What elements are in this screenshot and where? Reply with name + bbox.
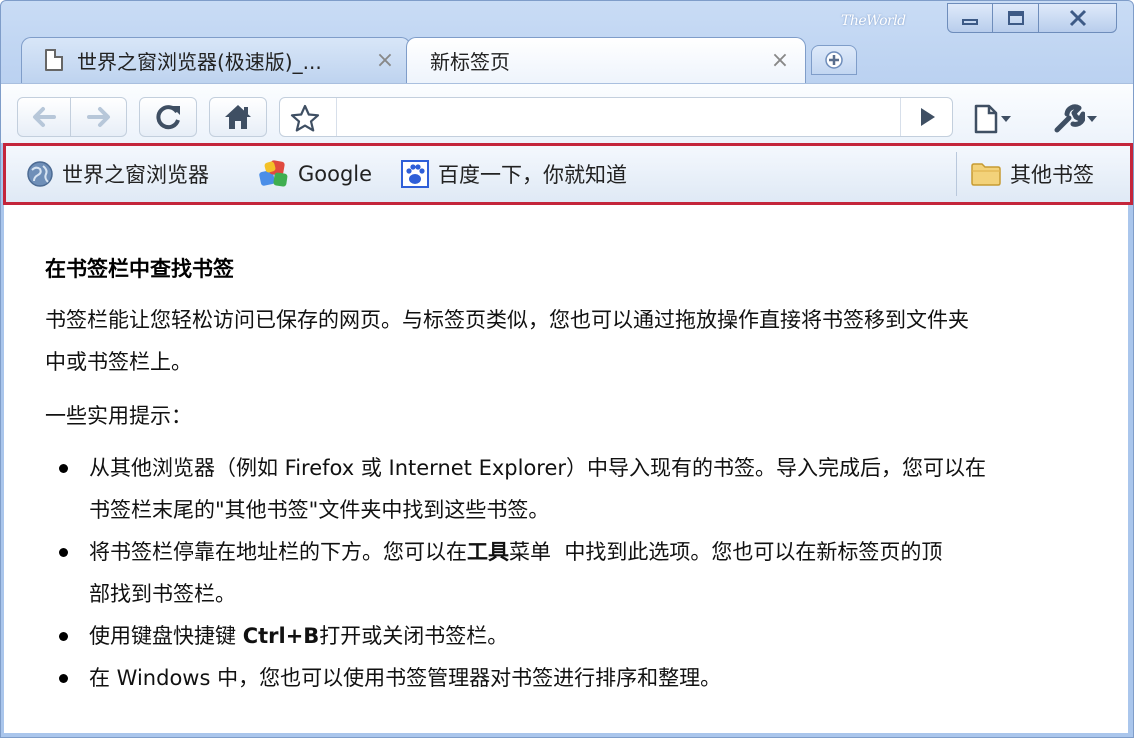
tip-text: 菜单 中找到此选项。您也可以在新标签页的顶 bbox=[509, 540, 943, 564]
bullet bbox=[59, 674, 68, 683]
tab-content: 新标签页 × bbox=[406, 46, 806, 75]
intro-paragraph: 书签栏能让您轻松访问已保存的网页。与标签页类似，您也可以通过拖放操作直接将书签移… bbox=[45, 299, 1115, 383]
baidu-paw-icon bbox=[400, 159, 430, 189]
go-button[interactable] bbox=[900, 98, 952, 136]
list-item: 从其他浏览器（例如 Firefox 或 Internet Explorer）中导… bbox=[45, 447, 1115, 531]
page-menu-icon bbox=[974, 104, 998, 134]
list-item: 在 Windows 中，您也可以使用书签管理器对书签进行排序和整理。 bbox=[45, 657, 1115, 699]
address-input[interactable] bbox=[342, 102, 882, 132]
forward-arrow-icon bbox=[86, 107, 110, 127]
tip-line: 书签栏末尾的"其他书签"文件夹中找到这些书签。 bbox=[89, 498, 550, 522]
bookmark-label: 其他书签 bbox=[1010, 163, 1094, 187]
bullet bbox=[59, 632, 68, 641]
play-icon bbox=[920, 108, 935, 126]
intro-line-1: 书签栏能让您轻松访问已保存的网页。与标签页类似，您也可以通过拖放操作直接将书签移… bbox=[45, 308, 969, 332]
toolbar bbox=[1, 83, 1133, 143]
maximize-button[interactable] bbox=[993, 3, 1039, 33]
tips-intro: 一些实用提示： bbox=[45, 404, 192, 428]
bookmark-star-button[interactable] bbox=[290, 104, 320, 136]
plus-icon bbox=[825, 51, 843, 69]
other-bookmarks-folder[interactable]: 其他书签 bbox=[970, 154, 1094, 194]
forward-button[interactable] bbox=[71, 97, 127, 137]
page-icon bbox=[45, 49, 63, 71]
tip-line: 使用键盘快捷键 Ctrl+B打开或关闭书签栏。 bbox=[89, 615, 1115, 657]
list-item: 使用键盘快捷键 Ctrl+B打开或关闭书签栏。 bbox=[45, 615, 1115, 657]
close-icon bbox=[1069, 9, 1086, 27]
close-button[interactable] bbox=[1039, 3, 1117, 33]
tip-text: 打开或关闭书签栏。 bbox=[319, 624, 509, 648]
tab-title: 新标签页 bbox=[430, 49, 510, 74]
window-controls bbox=[947, 3, 1117, 33]
tab-inactive[interactable]: 世界之窗浏览器(极速版)_... × bbox=[21, 37, 411, 83]
home-icon bbox=[225, 105, 251, 129]
folder-icon bbox=[970, 161, 1002, 187]
bookmarks-bar: 世界之窗浏览器 Google 百度一下，你就知道 其他书签 bbox=[3, 143, 1133, 205]
tab-close-icon[interactable]: × bbox=[375, 48, 395, 73]
maximize-icon bbox=[1007, 11, 1024, 25]
new-tab-button[interactable] bbox=[811, 45, 857, 75]
tip-bold-text: 工具 bbox=[467, 540, 509, 564]
tip-line: 将书签栏停靠在地址栏的下方。您可以在工具菜单 中找到此选项。您也可以在新标签页的… bbox=[89, 531, 1115, 573]
tip-line: 部找到书签栏。 bbox=[89, 582, 236, 606]
brand-logo: TheWorld bbox=[841, 13, 906, 29]
tab-active[interactable]: 新标签页 × bbox=[406, 37, 806, 83]
bookmark-label: 百度一下，你就知道 bbox=[438, 163, 627, 187]
tip-text: 使用键盘快捷键 bbox=[89, 624, 243, 648]
page-title: 在书签栏中查找书签 bbox=[45, 257, 234, 281]
tip-line: 从其他浏览器（例如 Firefox 或 Internet Explorer）中导… bbox=[89, 456, 987, 480]
bookmark-label: 世界之窗浏览器 bbox=[62, 163, 209, 187]
browser-window: TheWorld 世界之窗浏览器(极速版)_... × 新标签页 × 世界之窗浏… bbox=[0, 0, 1134, 738]
bookmark-item[interactable]: 百度一下，你就知道 bbox=[400, 154, 627, 194]
reload-button[interactable] bbox=[139, 97, 197, 137]
tab-content: 世界之窗浏览器(极速版)_... × bbox=[21, 46, 411, 75]
window-frame-right bbox=[1128, 205, 1133, 737]
tip-bold-text: Ctrl+B bbox=[242, 624, 320, 648]
tips-list: 从其他浏览器（例如 Firefox 或 Internet Explorer）中导… bbox=[45, 447, 1115, 699]
chevron-down-icon bbox=[1001, 116, 1011, 122]
intro-line-2: 中或书签栏上。 bbox=[45, 350, 192, 374]
star-icon bbox=[290, 104, 320, 132]
chevron-down-icon bbox=[1087, 116, 1097, 122]
google-icon bbox=[258, 158, 290, 190]
bookmark-label: Google bbox=[298, 162, 373, 186]
globe-icon bbox=[26, 160, 54, 188]
tools-menu-button[interactable] bbox=[1053, 104, 1099, 134]
list-item: 将书签栏停靠在地址栏的下方。您可以在工具菜单 中找到此选项。您也可以在新标签页的… bbox=[45, 531, 1115, 615]
bookmark-item[interactable]: Google bbox=[258, 154, 372, 194]
address-bar[interactable] bbox=[279, 97, 953, 137]
tip-line: 在 Windows 中，您也可以使用书签管理器对书签进行排序和整理。 bbox=[89, 666, 722, 690]
tip-text: 将书签栏停靠在地址栏的下方。您可以在 bbox=[89, 540, 467, 564]
window-frame-bottom bbox=[1, 733, 1133, 737]
bullet bbox=[59, 464, 68, 473]
back-arrow-icon bbox=[33, 107, 56, 127]
tab-close-icon[interactable]: × bbox=[770, 48, 790, 73]
page-menu-button[interactable] bbox=[973, 104, 1013, 134]
back-button[interactable] bbox=[17, 97, 71, 137]
reload-icon bbox=[156, 105, 180, 130]
minimize-icon bbox=[962, 19, 978, 25]
home-button[interactable] bbox=[209, 97, 267, 137]
wrench-icon bbox=[1054, 104, 1085, 133]
bookmark-item[interactable]: 世界之窗浏览器 bbox=[26, 154, 209, 194]
tab-title: 世界之窗浏览器(极速版)_... bbox=[77, 49, 322, 74]
omnibox-divider bbox=[336, 98, 337, 136]
bookmarks-divider bbox=[956, 152, 957, 196]
bullet bbox=[59, 548, 68, 557]
window-frame-left bbox=[1, 205, 4, 737]
minimize-button[interactable] bbox=[947, 3, 993, 33]
